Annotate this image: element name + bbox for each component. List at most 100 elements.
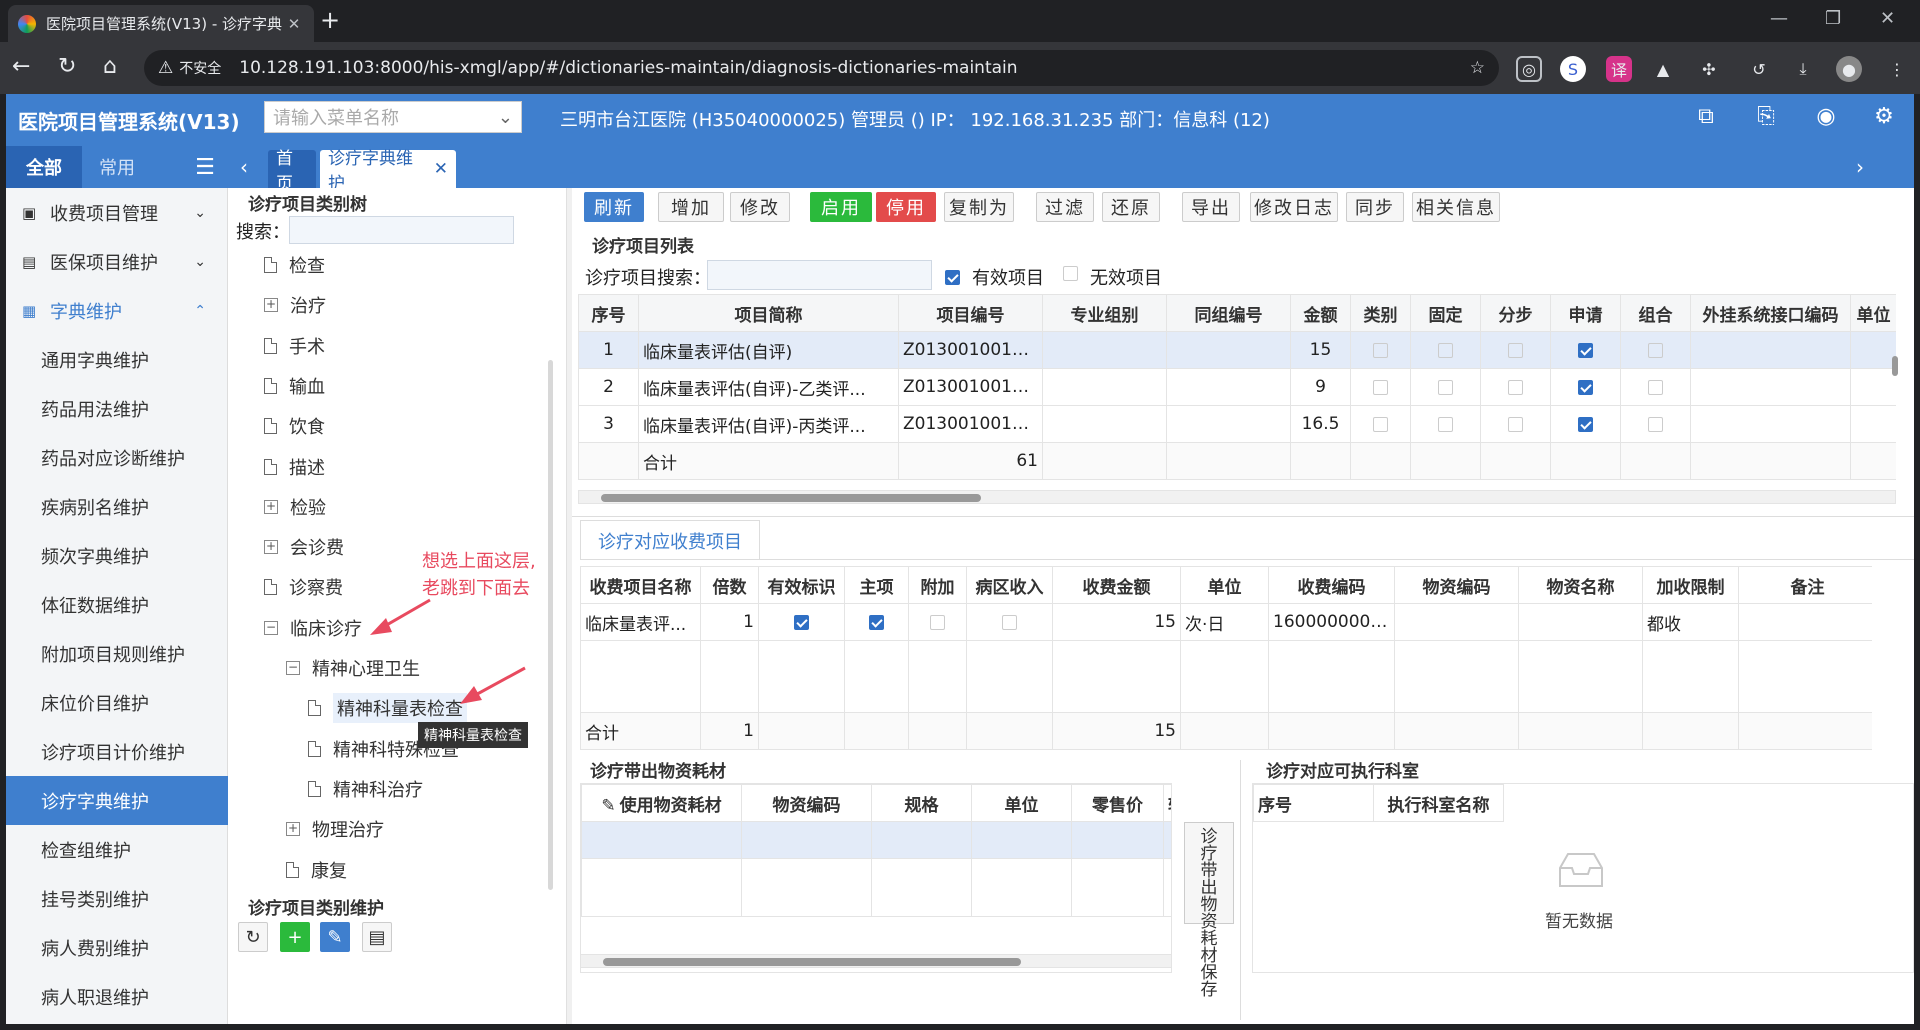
copy-button[interactable]: 复制为 [944, 192, 1014, 222]
materials-hscroll[interactable] [580, 954, 1172, 968]
close-window-icon[interactable]: ✕ [1880, 8, 1895, 29]
home-icon[interactable]: ⌂ [103, 54, 117, 79]
restore-icon[interactable]: ❐ [1825, 8, 1841, 29]
column-header[interactable]: 执行科室名称 [1373, 784, 1504, 822]
enable-button[interactable]: 启用 [810, 192, 872, 222]
tree-node[interactable]: + 治疗 [264, 285, 326, 325]
document-icon[interactable]: ⎘ [1752, 104, 1780, 132]
column-header[interactable]: 附加 [908, 566, 967, 604]
restore-button[interactable]: 还原 [1102, 192, 1160, 222]
sidebar-item[interactable]: 床位价目维护 [6, 678, 228, 727]
column-header[interactable]: 转科 [1163, 784, 1171, 822]
extension-icon[interactable]: ▲ [1650, 56, 1676, 82]
tree-scrollbar[interactable] [548, 360, 553, 890]
puzzle-icon[interactable]: ✣ [1696, 56, 1722, 82]
sidebar-item[interactable]: 药品对应诊断维护 [6, 433, 228, 482]
column-header[interactable]: 规格 [871, 784, 972, 822]
column-header[interactable]: 专业组别 [1042, 294, 1167, 332]
column-header[interactable]: 项目编号 [898, 294, 1043, 332]
column-header[interactable]: 序号 [578, 294, 639, 332]
column-header[interactable]: 加收限制 [1642, 566, 1739, 604]
expand-icon[interactable]: + [264, 298, 278, 313]
sidebar-item[interactable]: 通用字典维护 [6, 335, 228, 384]
tree-node[interactable]: 检查 [264, 245, 325, 285]
table-row[interactable]: 临床量表评... 1 15 次·日 1600000000... 都收 [580, 603, 1872, 641]
history-icon[interactable]: ↺ [1746, 56, 1772, 82]
menu-icon[interactable]: ⋮ [1884, 56, 1910, 82]
page-tab-home[interactable]: 首页 [268, 149, 316, 194]
expand-icon[interactable]: + [264, 540, 278, 555]
column-header[interactable]: 类别 [1350, 294, 1411, 332]
row-checkbox[interactable] [794, 614, 809, 630]
row-checkbox[interactable] [1648, 342, 1663, 358]
expand-icon[interactable]: + [286, 822, 300, 837]
close-page-tab-icon[interactable]: ✕ [434, 159, 448, 179]
tree-node[interactable]: − 临床诊疗 [264, 608, 362, 648]
column-header[interactable]: 倍数 [700, 566, 759, 604]
column-header[interactable]: 金额 [1290, 294, 1351, 332]
column-header[interactable]: 外挂系统接口编码 [1690, 294, 1851, 332]
table-row[interactable]: 2 临床量表评估(自评)-乙类评... Z013001001002 9 [578, 368, 1896, 406]
tree-node[interactable]: + 检验 [264, 487, 326, 527]
menu-search-input[interactable]: 请输入菜单名称 ⌄ [264, 101, 522, 133]
column-header[interactable]: 零售价 [1071, 784, 1164, 822]
expand-icon[interactable]: + [264, 499, 278, 514]
new-tab-icon[interactable]: + [320, 6, 340, 34]
sidebar-item[interactable]: 频次字典维护 [6, 531, 228, 580]
column-header[interactable]: 组合 [1620, 294, 1691, 332]
back-icon[interactable]: ← [12, 54, 30, 79]
row-checkbox[interactable] [1373, 342, 1388, 358]
sidebar-item[interactable]: 检查组维护 [6, 825, 228, 874]
row-checkbox[interactable] [1438, 379, 1453, 395]
sidebar-item[interactable]: 疾病别名维护 [6, 482, 228, 531]
edit-button[interactable]: 修改 [730, 192, 790, 222]
table-row[interactable] [581, 821, 1171, 859]
tabs-prev-icon[interactable]: ‹ [234, 146, 254, 188]
browser-tab[interactable]: 医院项目管理系统(V13) - 诊疗字典 ✕ [8, 5, 314, 42]
column-header[interactable]: 同组编号 [1166, 294, 1291, 332]
column-header[interactable]: ✎ 使用物资耗材 [581, 784, 742, 822]
related-button[interactable]: 相关信息 [1412, 192, 1500, 222]
item-table-hscroll[interactable] [578, 490, 1896, 504]
tree-node[interactable]: + 会诊费 [264, 527, 344, 567]
settings-gear-icon[interactable]: ⚙ [1870, 104, 1898, 132]
row-checkbox[interactable] [1508, 342, 1523, 358]
item-search-input[interactable] [707, 260, 932, 290]
scroll-thumb[interactable] [601, 494, 981, 502]
column-header[interactable]: 分步 [1480, 294, 1551, 332]
column-header[interactable]: 项目简称 [638, 294, 899, 332]
row-checkbox[interactable] [1578, 416, 1593, 432]
row-checkbox[interactable] [1648, 416, 1663, 432]
row-checkbox[interactable] [1508, 416, 1523, 432]
clipboard-icon[interactable]: ▤ [362, 922, 392, 952]
column-header[interactable]: 序号 [1253, 784, 1374, 822]
column-header[interactable]: 申请 [1550, 294, 1621, 332]
tree-node[interactable]: 输血 [264, 366, 325, 406]
column-header[interactable]: 有效标识 [758, 566, 845, 604]
extension-icon[interactable]: ◎ [1516, 56, 1542, 82]
sidebar-item[interactable]: 诊疗项目计价维护 [6, 727, 228, 776]
column-header[interactable]: 物资编码 [1394, 566, 1519, 604]
filter-button[interactable]: 过滤 [1036, 192, 1094, 222]
save-materials-button[interactable]: 诊疗带出物资耗材保存 [1184, 822, 1234, 999]
tree-node[interactable]: 描述 [264, 447, 325, 487]
tree-node[interactable]: 康复 [286, 850, 347, 890]
add-file-icon[interactable]: + [280, 922, 310, 952]
close-tab-icon[interactable]: ✕ [284, 15, 304, 33]
sidebar-item[interactable]: 体征数据维护 [6, 580, 228, 629]
sidebar-item[interactable]: 诊疗字典维护 [6, 776, 228, 825]
column-header[interactable]: 单位 [1850, 294, 1896, 332]
refresh-icon[interactable]: ↻ [238, 922, 268, 952]
screen-icon[interactable]: ⧉ [1692, 104, 1720, 132]
table-row[interactable]: 1 临床量表评估(自评) Z013001001001 15 [578, 331, 1896, 369]
export-button[interactable]: 导出 [1182, 192, 1240, 222]
sidebar-item[interactable]: 药品用法维护 [6, 384, 228, 433]
tab-all[interactable]: 全部 [6, 146, 82, 188]
section-splitter[interactable] [572, 516, 1914, 520]
column-header[interactable]: 单位 [1180, 566, 1269, 604]
extension-icon[interactable]: S [1560, 56, 1586, 82]
sidebar-item[interactable]: 挂号类别维护 [6, 874, 228, 923]
sidebar-group[interactable]: ▤ 医保项目维护 ⌄ [6, 237, 228, 286]
log-button[interactable]: 修改日志 [1250, 192, 1338, 222]
column-header[interactable]: 收费项目名称 [580, 566, 701, 604]
